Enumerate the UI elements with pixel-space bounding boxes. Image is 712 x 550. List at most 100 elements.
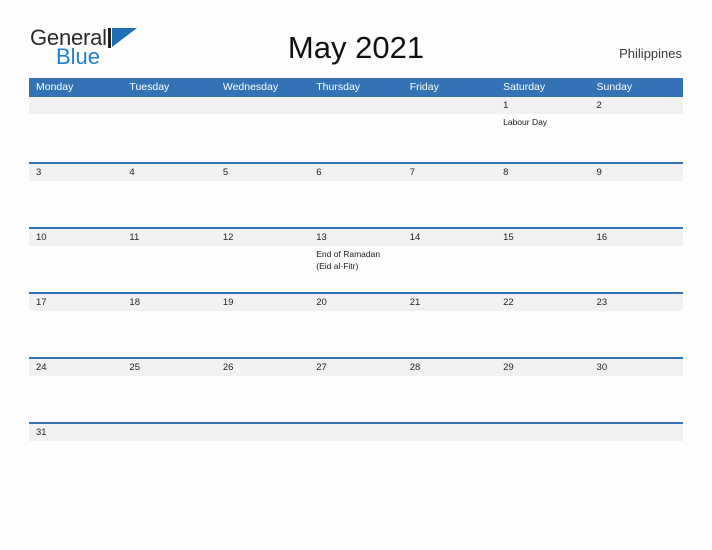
weekday-monday: Monday: [36, 81, 74, 93]
week-row: 1 2 Labour Day: [29, 97, 683, 162]
day-number[interactable]: 8: [496, 164, 589, 181]
week-numbers-band: 10 11 12 13 14 15 16: [29, 229, 683, 246]
page-header: General Blue May 2021 Philippines: [0, 0, 712, 78]
day-event: [29, 114, 122, 162]
day-event: [29, 181, 122, 229]
day-number[interactable]: 27: [309, 359, 402, 376]
day-number[interactable]: [403, 97, 496, 114]
weekday-wednesday: Wednesday: [222, 81, 279, 93]
day-number[interactable]: [122, 424, 215, 441]
week-row: 10 11 12 13 14 15 16 End of Ramadan (Eid…: [29, 227, 683, 292]
day-event: [403, 246, 496, 294]
day-event: [29, 246, 122, 294]
day-event: [590, 376, 683, 424]
day-number[interactable]: [309, 424, 402, 441]
weekday-friday: Friday: [409, 81, 439, 93]
day-event: [590, 114, 683, 162]
day-event: [309, 114, 402, 162]
day-event: [216, 114, 309, 162]
day-event: [403, 181, 496, 229]
day-event: [496, 376, 589, 424]
day-number[interactable]: 12: [216, 229, 309, 246]
week-events-band: [29, 376, 683, 424]
day-number[interactable]: 17: [29, 294, 122, 311]
day-event: [122, 181, 215, 229]
day-event: [496, 246, 589, 294]
week-row: 17 18 19 20 21 22 23: [29, 292, 683, 357]
weekday-saturday: Saturday: [503, 81, 546, 93]
day-event: [122, 376, 215, 424]
day-event: [216, 311, 309, 359]
week-row: 3 4 5 6 7 8 9: [29, 162, 683, 227]
day-number[interactable]: 6: [309, 164, 402, 181]
day-event: [403, 114, 496, 162]
day-event: [496, 311, 589, 359]
day-event: [29, 376, 122, 424]
week-events-band: End of Ramadan (Eid al-Fitr): [29, 246, 683, 294]
day-event: [122, 311, 215, 359]
day-number[interactable]: [122, 97, 215, 114]
day-event: Labour Day: [503, 117, 548, 127]
day-number[interactable]: 15: [496, 229, 589, 246]
weekday-sunday: Sunday: [596, 81, 633, 93]
day-number[interactable]: 3: [29, 164, 122, 181]
day-number[interactable]: 28: [403, 359, 496, 376]
day-event: [496, 181, 589, 229]
day-event: [309, 311, 402, 359]
day-event: [122, 246, 215, 294]
week-events-band: [29, 181, 683, 229]
day-number[interactable]: 13: [309, 229, 402, 246]
week-events-band: [29, 311, 683, 359]
day-event: [403, 311, 496, 359]
day-number[interactable]: 25: [122, 359, 215, 376]
day-number[interactable]: 19: [216, 294, 309, 311]
day-number[interactable]: 26: [216, 359, 309, 376]
week-events-band: Labour Day: [29, 114, 683, 162]
day-number[interactable]: 22: [496, 294, 589, 311]
day-event: [590, 181, 683, 229]
week-numbers-band: 3 4 5 6 7 8 9: [29, 164, 683, 181]
day-number[interactable]: 24: [29, 359, 122, 376]
day-number[interactable]: 16: [590, 229, 683, 246]
day-number[interactable]: [496, 424, 589, 441]
week-numbers-band: 17 18 19 20 21 22 23: [29, 294, 683, 311]
day-event: [309, 376, 402, 424]
day-event: [216, 181, 309, 229]
day-event: [309, 181, 402, 229]
day-number[interactable]: 7: [403, 164, 496, 181]
day-number[interactable]: 21: [403, 294, 496, 311]
weekday-thursday: Thursday: [316, 81, 361, 93]
day-number[interactable]: 11: [122, 229, 215, 246]
day-event: [216, 246, 309, 294]
day-event: [590, 246, 683, 294]
day-number[interactable]: [309, 97, 402, 114]
day-number[interactable]: [590, 424, 683, 441]
day-number[interactable]: 18: [122, 294, 215, 311]
week-numbers-band: 24 25 26 27 28 29 30: [29, 359, 683, 376]
day-number[interactable]: 10: [29, 229, 122, 246]
day-number[interactable]: 2: [590, 97, 683, 114]
week-row: 24 25 26 27 28 29 30: [29, 357, 683, 422]
day-number[interactable]: 1: [496, 97, 589, 114]
day-number[interactable]: 29: [496, 359, 589, 376]
day-number[interactable]: [216, 97, 309, 114]
day-number[interactable]: 9: [590, 164, 683, 181]
day-number[interactable]: 20: [309, 294, 402, 311]
day-number[interactable]: [29, 97, 122, 114]
week-row: 31: [29, 422, 683, 444]
day-event: [403, 376, 496, 424]
weekday-tuesday: Tuesday: [129, 81, 170, 93]
calendar-grid: Monday Tuesday Wednesday Thursday Friday…: [29, 78, 683, 444]
week-numbers-band: 31: [29, 424, 683, 441]
day-number[interactable]: 14: [403, 229, 496, 246]
day-number[interactable]: 30: [590, 359, 683, 376]
day-event: End of Ramadan (Eid al-Fitr): [316, 249, 381, 271]
day-number[interactable]: 4: [122, 164, 215, 181]
day-number[interactable]: 31: [29, 424, 122, 441]
weekday-header-row: Monday Tuesday Wednesday Thursday Friday…: [29, 78, 683, 97]
day-number[interactable]: 5: [216, 164, 309, 181]
day-number[interactable]: 23: [590, 294, 683, 311]
day-number[interactable]: [216, 424, 309, 441]
day-number[interactable]: [403, 424, 496, 441]
day-event: [590, 311, 683, 359]
